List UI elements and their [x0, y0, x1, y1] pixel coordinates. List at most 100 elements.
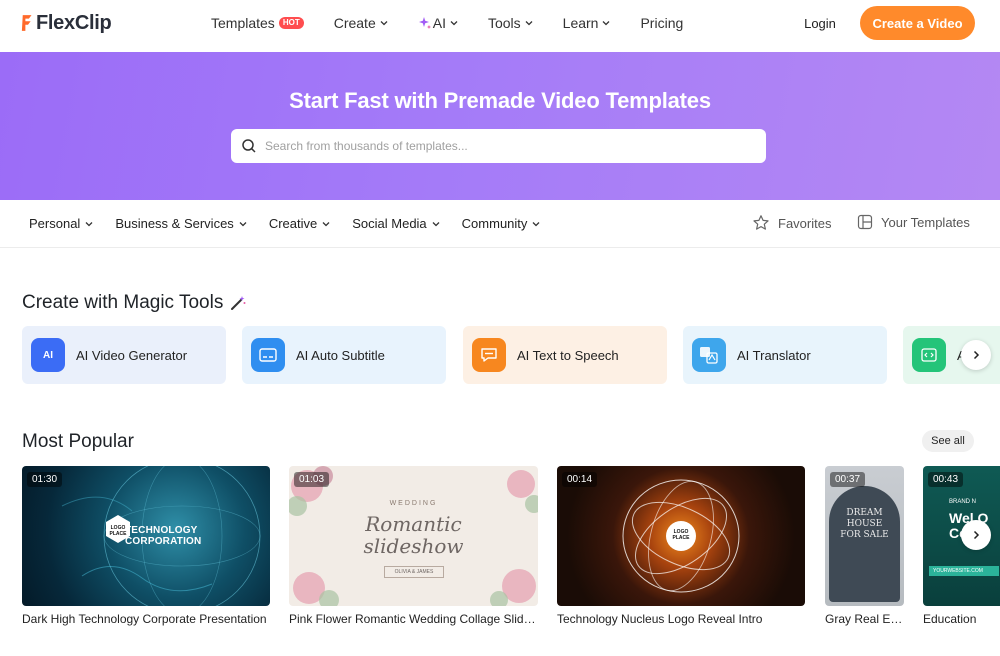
- tool-ai-video-generator[interactable]: AI AI Video Generator: [22, 326, 226, 384]
- template-title: Dark High Technology Corporate Presentat…: [22, 612, 267, 626]
- template-thumbnail[interactable]: 00:37 DREAM HOUSE FOR SALE: [825, 466, 904, 606]
- template-search-box[interactable]: [231, 129, 766, 163]
- chevron-right-icon: [973, 530, 980, 540]
- logo-mark-icon: [21, 15, 32, 31]
- search-input[interactable]: [265, 139, 745, 153]
- login-button[interactable]: Login: [788, 7, 852, 39]
- nav-ai-label: AI: [432, 15, 446, 31]
- nav-create[interactable]: Create: [334, 15, 388, 31]
- category-personal[interactable]: Personal: [29, 216, 93, 231]
- template-icon: [857, 214, 873, 230]
- category-label: Creative: [268, 216, 318, 231]
- category-creative[interactable]: Creative: [269, 216, 330, 231]
- hero-title: Start Fast with Premade Video Templates: [289, 88, 711, 113]
- thumb-line: HOUSE: [846, 519, 883, 529]
- magic-tools-row: AI AI Video Generator AI Auto Subtitle A…: [22, 326, 1000, 384]
- template-title: Gray Real Estate: [825, 612, 904, 626]
- ai-video-icon: AI: [31, 338, 65, 372]
- nav-pricing[interactable]: Pricing: [640, 15, 683, 31]
- favorites-label: Favorites: [778, 215, 832, 231]
- category-list: Personal Business & Services Creative So…: [29, 216, 562, 231]
- chevron-down-icon: [532, 221, 540, 226]
- nav-tools-label: Tools: [487, 15, 521, 31]
- template-card[interactable]: 01:30 LOGO PLACE TECHNOLOGY CORPORATION …: [22, 466, 270, 626]
- tools-next-button[interactable]: [961, 340, 991, 370]
- nav-learn-label: Learn: [562, 15, 599, 31]
- category-label: Business & Services: [115, 216, 234, 231]
- category-label: Community: [461, 216, 528, 231]
- nav-learn[interactable]: Learn: [563, 15, 611, 31]
- category-bar: Personal Business & Services Creative So…: [0, 200, 1000, 248]
- tool-label: AI Text to Speech: [517, 347, 619, 363]
- thumb-caption: YOURWEBSITE.COM: [929, 566, 999, 576]
- nav-templates-label: Templates: [211, 15, 275, 31]
- template-card[interactable]: 01:03 WEDDING Romantic slideshow OLIVIA …: [289, 466, 538, 626]
- duration-badge: 01:03: [294, 472, 330, 487]
- see-all-button[interactable]: See all: [922, 430, 974, 452]
- chevron-down-icon: [85, 221, 93, 226]
- most-popular-title: Most Popular: [22, 431, 134, 452]
- subtitle-icon: [251, 338, 285, 372]
- template-card[interactable]: 00:43 BRAND N Wel O Co YOURWEBSITE.COM E…: [923, 466, 1000, 626]
- duration-badge: 00:43: [928, 472, 964, 487]
- main-nav: Templates HOT Create AI Tools Learn Pric…: [211, 15, 713, 31]
- search-icon: [242, 139, 256, 153]
- favorites-link[interactable]: Favorites: [752, 214, 831, 232]
- duration-badge: 00:14: [562, 472, 598, 487]
- chevron-down-icon: [603, 21, 610, 26]
- template-title: Education: [923, 612, 977, 626]
- chevron-down-icon: [525, 21, 533, 26]
- category-label: Personal: [29, 216, 81, 231]
- thumb-line: DREAM: [846, 508, 883, 518]
- chevron-down-icon: [239, 221, 247, 226]
- chevron-down-icon: [380, 21, 388, 26]
- hot-badge: HOT: [278, 17, 304, 29]
- template-card[interactable]: 00:37 DREAM HOUSE FOR SALE Gray Real Est…: [825, 466, 904, 626]
- thumb-caption: WEDDING: [389, 500, 438, 507]
- thumb-caption: OLIVIA & JAMES: [384, 566, 444, 578]
- category-business[interactable]: Business & Services: [115, 216, 247, 231]
- top-header: FlexClip Templates HOT Create AI Tools L…: [0, 0, 1000, 52]
- tool-ai-auto-subtitle[interactable]: AI Auto Subtitle: [242, 326, 446, 384]
- chevron-down-icon: [450, 21, 458, 26]
- nav-pricing-label: Pricing: [640, 15, 684, 31]
- category-social-media[interactable]: Social Media: [352, 216, 440, 231]
- duration-badge: 00:37: [830, 472, 866, 487]
- tool-label: AI Video Generator: [76, 347, 188, 363]
- nav-ai[interactable]: AI: [418, 15, 458, 31]
- nav-tools[interactable]: Tools: [488, 15, 533, 31]
- code-icon: [912, 338, 946, 372]
- template-title: Pink Flower Romantic Wedding Collage Sli…: [289, 612, 538, 626]
- nav-create-label: Create: [333, 15, 376, 31]
- hero-banner: Start Fast with Premade Video Templates: [0, 52, 1000, 200]
- template-card[interactable]: 00:14 LOGO PLACE Technology Nucleus Logo…: [557, 466, 805, 626]
- popular-templates-row: 01:30 LOGO PLACE TECHNOLOGY CORPORATION …: [22, 466, 1000, 646]
- flexclip-logo[interactable]: FlexClip: [21, 10, 112, 36]
- translate-icon: [692, 338, 726, 372]
- template-thumbnail[interactable]: 01:30 LOGO PLACE TECHNOLOGY CORPORATION: [22, 466, 270, 606]
- template-title: Technology Nucleus Logo Reveal Intro: [557, 612, 763, 626]
- tool-ai-translator[interactable]: AI Translator: [683, 326, 887, 384]
- nav-templates[interactable]: Templates HOT: [211, 15, 304, 31]
- tool-ai-text-to-speech[interactable]: AI Text to Speech: [463, 326, 667, 384]
- magic-tools-title: Create with Magic Tools: [22, 292, 224, 313]
- speech-icon: [472, 338, 506, 372]
- thumb-caption: DREAM HOUSE FOR SALE: [825, 508, 904, 541]
- category-label: Social Media: [352, 216, 427, 231]
- logo-text: FlexClip: [36, 11, 112, 34]
- tool-label: AI Auto Subtitle: [296, 347, 385, 363]
- your-templates-label: Your Templates: [881, 214, 970, 230]
- category-community[interactable]: Community: [462, 216, 541, 231]
- thumb-caption: slideshow: [363, 534, 464, 558]
- popular-next-button[interactable]: [961, 520, 991, 550]
- your-templates-link[interactable]: Your Templates: [857, 214, 970, 230]
- chevron-right-icon: [973, 350, 980, 360]
- template-thumbnail[interactable]: 00:14 LOGO PLACE: [557, 466, 805, 606]
- logo-placeholder: LOGO PLACE: [672, 529, 690, 541]
- star-icon: [753, 215, 769, 230]
- template-thumbnail[interactable]: 01:03 WEDDING Romantic slideshow OLIVIA …: [289, 466, 538, 606]
- create-video-button[interactable]: Create a Video: [860, 6, 975, 40]
- thumb-caption: BRAND N: [949, 499, 977, 505]
- chevron-down-icon: [432, 221, 440, 226]
- sparkle-icon: [418, 17, 431, 29]
